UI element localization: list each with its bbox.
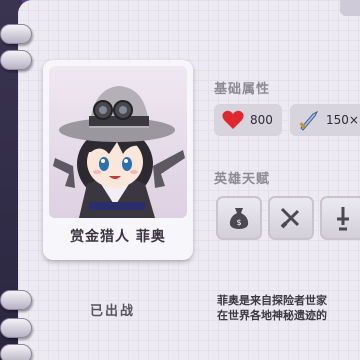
- heart-icon: [222, 110, 244, 129]
- binder-ring: [0, 290, 32, 310]
- hp-value: 800: [250, 113, 273, 127]
- talent-slot-2[interactable]: [268, 196, 314, 240]
- hero-portrait-art: [53, 86, 185, 218]
- svg-text:$: $: [236, 218, 241, 227]
- hero-card[interactable]: 赏金猎人 菲奥: [43, 60, 193, 260]
- binder-ring: [0, 318, 32, 338]
- hp-stat: 800: [214, 104, 282, 136]
- sword-icon: [299, 110, 319, 131]
- money-bag-icon: $: [229, 208, 249, 229]
- crossed-swords-icon: [280, 207, 300, 229]
- sword-up-icon: [337, 207, 349, 231]
- talent-slot-3[interactable]: [320, 196, 360, 240]
- description-line-1: 菲奥是来自探险者世家: [217, 294, 327, 307]
- description-line-2: 在世界各地神秘遗迹的: [217, 309, 327, 322]
- hero-status-label: 已出战: [90, 304, 136, 319]
- talents-title: 英雄天赋: [214, 172, 271, 187]
- attributes-title: 基础属性: [214, 82, 271, 97]
- binder-ring: [0, 50, 32, 70]
- atk-value: 150×1: [326, 113, 360, 127]
- hero-description: 菲奥是来自探险者世家 在世界各地神秘遗迹的: [217, 293, 327, 323]
- binder-ring: [0, 24, 32, 44]
- atk-stat: 150×1: [290, 104, 360, 136]
- binder-ring: [0, 344, 32, 360]
- hero-name: 赏金猎人 菲奥: [70, 229, 166, 245]
- hero-portrait: [49, 66, 187, 218]
- talent-slot-1[interactable]: $: [216, 196, 262, 240]
- page-corner: [340, 0, 360, 16]
